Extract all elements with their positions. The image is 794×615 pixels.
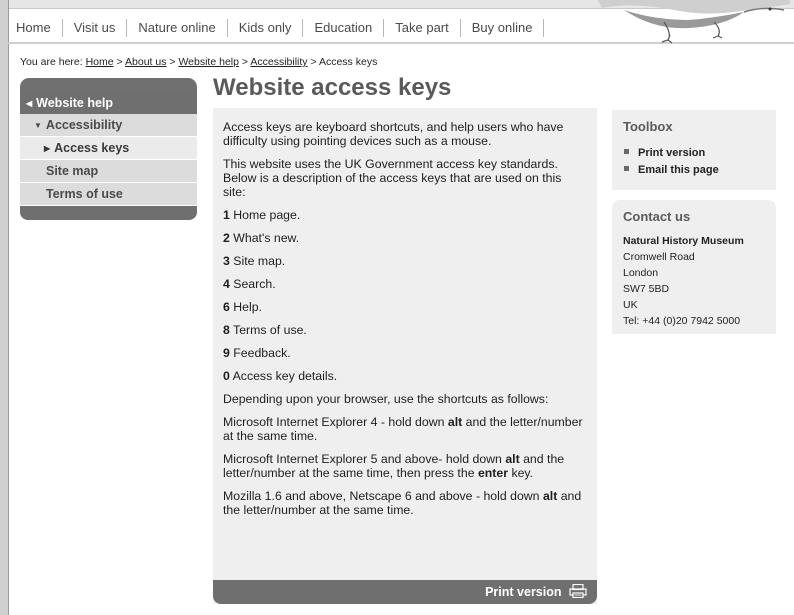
chevron-down-icon: ▼: [34, 121, 42, 130]
list-item: 8 Terms of use.: [223, 323, 587, 337]
sidebar-item-website-help[interactable]: ◀ Website help: [20, 92, 197, 114]
contact-address-line: UK: [623, 299, 638, 311]
key-description: Access key details.: [232, 369, 338, 383]
animal-illustration-icon: [598, 0, 790, 44]
instruction-text: Mozilla 1.6 and above, Netscape 6 and ab…: [223, 489, 543, 503]
key-description: Feedback.: [233, 346, 291, 360]
printer-icon: [569, 584, 587, 598]
list-item: 6 Help.: [223, 300, 587, 314]
sidebar-item-label: Access keys: [54, 141, 130, 155]
toolbox-title: Toolbox: [623, 119, 673, 134]
browser-instruction-mozilla: Mozilla 1.6 and above, Netscape 6 and ab…: [223, 489, 587, 517]
sidebar: ◀ Website help ▼ Accessibility ▶ Access key…: [20, 78, 197, 220]
sidebar-item-label: Accessibility: [45, 118, 123, 132]
toolbox-panel: Toolbox Print version Email this page: [612, 110, 776, 190]
square-bullet-icon: [624, 149, 629, 154]
nav-home[interactable]: Home: [8, 19, 63, 37]
sidebar-item-site-map[interactable]: Site map: [20, 160, 197, 183]
browser-instruction-ie4: Microsoft Internet Explorer 4 - hold dow…: [223, 415, 587, 443]
breadcrumb-separator: >: [116, 56, 123, 68]
breadcrumb-home[interactable]: Home: [86, 56, 114, 68]
breadcrumb-website-help[interactable]: Website help: [178, 56, 239, 68]
nav-kids-only[interactable]: Kids only: [228, 19, 304, 37]
list-item: 2 What's new.: [223, 231, 587, 245]
breadcrumb-separator: >: [241, 56, 249, 68]
breadcrumb-separator: >: [169, 56, 176, 68]
breadcrumb-about-us[interactable]: About us: [125, 56, 166, 68]
key-description: Site map.: [233, 254, 286, 268]
instruction-key: alt: [447, 415, 463, 429]
intro-paragraph: Access keys are keyboard shortcuts, and …: [223, 120, 564, 148]
nav-take-part[interactable]: Take part: [384, 19, 461, 37]
instruction-key: alt: [505, 452, 520, 466]
toolbox-item-label: Email this page: [638, 164, 719, 176]
contact-panel: Contact us Natural History Museum Cromwe…: [612, 200, 776, 334]
list-item: 4 Search.: [223, 277, 587, 291]
contact-address-line: Cromwell Road: [623, 251, 695, 263]
contact-phone: Tel: +44 (0)20 7942 5000: [623, 315, 741, 327]
breadcrumb-prefix: You are here:: [20, 56, 83, 68]
breadcrumb: You are here: Home > About us > Website …: [20, 56, 377, 68]
instruction-key: enter: [477, 466, 509, 480]
nav-education[interactable]: Education: [303, 19, 385, 37]
instruction-key: alt: [542, 489, 558, 503]
key-number: 1: [223, 208, 230, 222]
list-item: 3 Site map.: [223, 254, 587, 268]
browser-intro: Depending upon your browser, use the sho…: [223, 392, 549, 406]
instruction-text: Microsoft Internet Explorer 5 and above-…: [223, 452, 506, 466]
contact-address-line: SW7 5BD: [623, 283, 670, 295]
list-item: 0 Access key details.: [223, 369, 587, 383]
sidebar-item-label: Site map: [46, 164, 99, 178]
sidebar-item-access-keys[interactable]: ▶ Access keys: [20, 137, 197, 160]
breadcrumb-accessibility[interactable]: Accessibility: [250, 56, 307, 68]
window-left-border: [0, 0, 9, 615]
nav-nature-online[interactable]: Nature online: [127, 19, 228, 37]
list-item: 1 Home page.: [223, 208, 587, 222]
browser-instruction-ie5: Microsoft Internet Explorer 5 and above-…: [223, 452, 587, 480]
toolbox-item-label: Print version: [638, 147, 706, 159]
chevron-left-icon: ◀: [26, 99, 33, 108]
nav-visit-us[interactable]: Visit us: [63, 19, 128, 37]
square-bullet-icon: [624, 166, 629, 171]
breadcrumb-current: Access keys: [318, 56, 378, 68]
key-description: Home page.: [233, 208, 301, 222]
key-number: 9: [223, 346, 230, 360]
nav-buy-online[interactable]: Buy online: [461, 19, 545, 37]
print-version-label: Print version: [485, 585, 562, 599]
sidebar-bottom-cap: [20, 206, 197, 220]
main-content-panel: Access keys are keyboard shortcuts, and …: [213, 108, 597, 604]
key-description: Help.: [233, 300, 262, 314]
key-description: Search.: [233, 277, 276, 291]
key-description: What's new.: [233, 231, 300, 245]
breadcrumb-separator: >: [310, 56, 317, 68]
sidebar-top-cap: [20, 78, 197, 92]
instruction-text: key.: [508, 466, 534, 480]
key-number: 2: [223, 231, 230, 245]
toolbox-email-page-link[interactable]: Email this page: [624, 162, 776, 179]
key-number: 0: [223, 369, 230, 383]
contact-title: Contact us: [623, 209, 691, 224]
key-number: 4: [223, 277, 230, 291]
page-title: Website access keys: [213, 74, 452, 101]
sidebar-item-terms-of-use[interactable]: Terms of use: [20, 183, 197, 206]
key-number: 3: [223, 254, 230, 268]
print-version-button[interactable]: Print version: [213, 580, 597, 604]
list-item: 9 Feedback.: [223, 346, 587, 360]
contact-address-line: London: [623, 267, 659, 279]
key-number: 8: [223, 323, 230, 337]
toolbox-print-version-link[interactable]: Print version: [624, 145, 776, 162]
instruction-text: Microsoft Internet Explorer 4 - hold dow…: [223, 415, 448, 429]
contact-organisation: Natural History Museum: [623, 235, 744, 247]
intro-paragraph: This website uses the UK Government acce…: [223, 157, 562, 199]
key-description: Terms of use.: [233, 323, 307, 337]
sidebar-item-label: Website help: [36, 96, 114, 110]
sidebar-item-label: Terms of use: [46, 187, 123, 201]
chevron-right-icon: ▶: [44, 144, 51, 153]
key-number: 6: [223, 300, 230, 314]
sidebar-item-accessibility[interactable]: ▼ Accessibility: [20, 114, 197, 137]
